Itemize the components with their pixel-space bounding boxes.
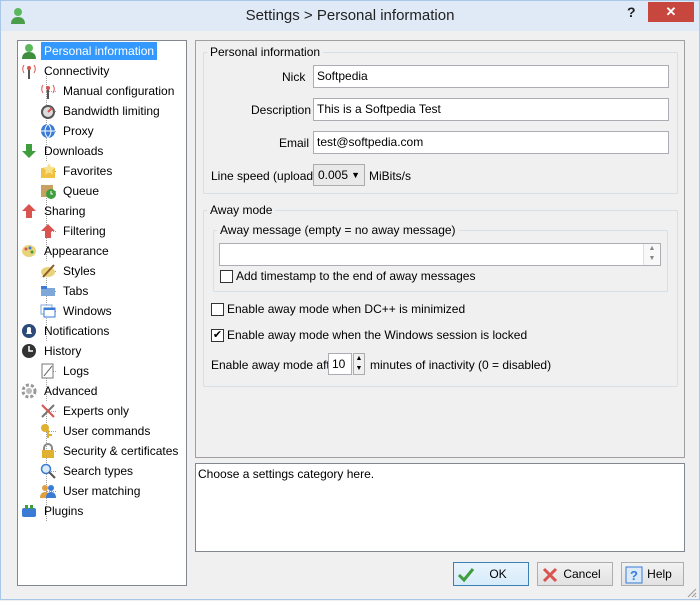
folder-star-icon	[40, 163, 56, 179]
spin-up-icon[interactable]: ▲	[354, 354, 364, 364]
ok-button[interactable]: OK	[453, 562, 529, 586]
description-field[interactable]: This is a Softpedia Test	[313, 98, 669, 121]
up-arrow-icon	[21, 203, 37, 219]
settings-panel: Personal information Nick Softpedia Desc…	[195, 40, 685, 458]
chevron-down-icon: ▼	[351, 170, 360, 180]
tools-icon	[40, 403, 56, 419]
clock-icon	[21, 343, 37, 359]
log-icon	[40, 363, 56, 379]
away-mode-group-title: Away mode	[207, 203, 276, 217]
gauge-icon	[40, 103, 56, 119]
antenna-icon	[21, 63, 37, 79]
title-help-icon[interactable]: ?	[627, 4, 636, 20]
email-field[interactable]: test@softpedia.com	[313, 131, 669, 154]
antenna-icon	[40, 83, 56, 99]
email-label: Email	[279, 136, 310, 150]
up-arrow-icon	[40, 223, 56, 239]
away-after-label: Enable away mode after	[211, 358, 341, 372]
spin-down-icon[interactable]: ▼	[354, 364, 364, 374]
line-speed-select[interactable]: 0.005 ▼	[313, 164, 365, 186]
timestamp-checkbox[interactable]	[220, 270, 233, 283]
windows-icon	[40, 303, 56, 319]
line-speed-value: 0.005	[318, 168, 349, 182]
plugin-icon	[21, 503, 37, 519]
globe-icon	[40, 123, 56, 139]
away-message-scrollbar[interactable]: ▲ ▼	[643, 244, 660, 265]
away-locked-label: Enable away mode when the Windows sessio…	[227, 328, 528, 342]
line-speed-label: Line speed (upload)	[211, 169, 318, 183]
brush-icon	[40, 263, 56, 279]
away-after-spinner[interactable]: ▲ ▼	[353, 353, 365, 375]
palette-icon	[21, 243, 37, 259]
settings-window: Settings > Personal information ? ✕ Pers…	[0, 0, 700, 600]
help-button[interactable]: ? Help	[621, 562, 684, 586]
cancel-button[interactable]: Cancel	[537, 562, 613, 586]
user-icon	[21, 43, 37, 59]
gear-icon	[21, 383, 37, 399]
scroll-up-icon[interactable]: ▲	[644, 244, 660, 254]
down-arrow-icon	[21, 143, 37, 159]
nick-field[interactable]: Softpedia	[313, 65, 669, 88]
key-icon	[40, 423, 56, 439]
away-after-minutes-field[interactable]: 10	[328, 353, 352, 375]
close-button[interactable]: ✕	[648, 2, 694, 22]
away-message-field[interactable]	[219, 243, 661, 266]
tabs-icon	[40, 283, 56, 299]
lock-icon	[40, 443, 56, 459]
away-locked-checkbox[interactable]: ✔	[211, 329, 224, 342]
users-icon	[40, 483, 56, 499]
category-tree[interactable]: Personal information Connectivity Manual…	[17, 40, 187, 586]
window-title: Settings > Personal information	[245, 7, 455, 24]
away-minimized-label: Enable away mode when DC++ is minimized	[227, 302, 466, 316]
personal-information-group-title: Personal information	[207, 45, 324, 59]
category-help-text: Choose a settings category here.	[195, 463, 685, 552]
resize-grip-icon[interactable]	[687, 587, 697, 598]
bell-icon	[21, 323, 37, 339]
queue-clock-icon	[40, 183, 56, 199]
scroll-down-icon[interactable]: ▼	[644, 254, 660, 264]
description-label: Description	[251, 103, 312, 117]
nick-label: Nick	[282, 70, 306, 84]
away-minimized-checkbox[interactable]	[211, 303, 224, 316]
away-message-group-title: Away message (empty = no away message)	[217, 223, 459, 237]
away-after-suffix: minutes of inactivity (0 = disabled)	[370, 358, 552, 372]
timestamp-label: Add timestamp to the end of away message…	[236, 269, 476, 283]
title-bar[interactable]: Settings > Personal information ? ✕	[1, 1, 699, 31]
line-speed-unit: MiBits/s	[369, 169, 411, 183]
magnifier-icon	[40, 463, 56, 479]
